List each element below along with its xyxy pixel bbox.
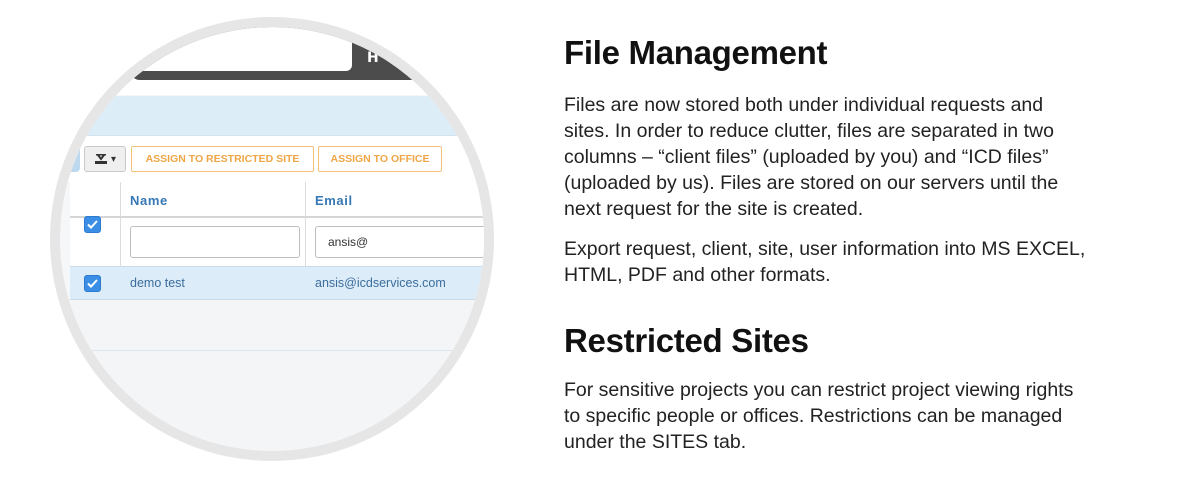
export-description: Export request, client, site, user infor… [564,238,1086,286]
export-button[interactable]: ▾ [84,146,126,172]
name-filter-input[interactable] [130,226,300,258]
column-header-email[interactable]: Email [315,193,353,208]
assign-restricted-site-button[interactable]: ASSIGN TO RESTRICTED SITE [131,146,314,172]
checkmark-icon [87,220,98,229]
file-management-description: Files are now stored both under individu… [564,94,1059,220]
screenshot-zoom-circle: H ▾ ASSIGN TO RESTRICTED SITE ASSIGN TO … [60,27,484,451]
email-filter-input[interactable] [315,226,484,258]
column-header-name[interactable]: Name [130,193,168,208]
row-email-cell: ansis@icdservices.com [315,276,446,290]
export-dropdown-icon [94,154,107,164]
chevron-down-icon: ▾ [110,153,117,165]
left-edge-tab[interactable] [66,146,80,172]
header-divider [70,216,484,218]
top-search-input[interactable] [130,27,352,71]
checkmark-icon [87,279,98,288]
app-screenshot: H ▾ ASSIGN TO RESTRICTED SITE ASSIGN TO … [60,27,484,451]
file-management-heading: File Management [564,34,828,71]
row-checkbox[interactable] [84,275,101,292]
select-all-checkbox[interactable] [84,216,101,233]
info-band [60,96,484,136]
table-footer-line [60,350,484,351]
assign-office-button[interactable]: ASSIGN TO OFFICE [318,146,442,172]
top-button-label: H [367,50,379,66]
row-name-cell: demo test [130,276,185,290]
restricted-sites-description: For sensitive projects you can restrict … [564,379,1074,453]
restricted-sites-heading: Restricted Sites [564,322,809,359]
table-empty-area [60,300,484,451]
